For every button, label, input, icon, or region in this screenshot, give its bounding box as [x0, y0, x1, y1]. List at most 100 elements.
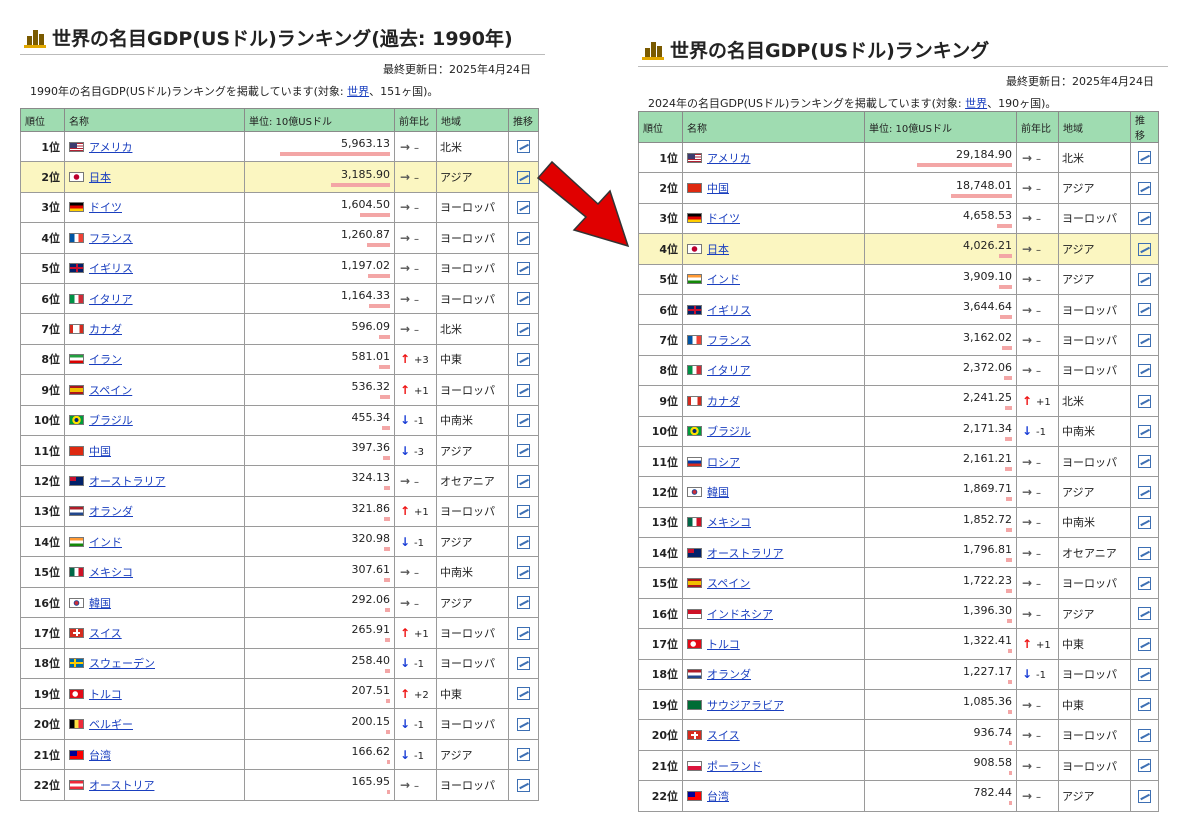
- country-link[interactable]: ドイツ: [89, 201, 122, 214]
- chart-trend-icon[interactable]: [517, 505, 530, 519]
- country-link[interactable]: アメリカ: [707, 152, 750, 165]
- chart-trend-icon[interactable]: [1138, 273, 1151, 286]
- country-link[interactable]: メキシコ: [89, 566, 133, 579]
- chart-trend-icon[interactable]: [1138, 151, 1151, 165]
- chart-trend-icon[interactable]: [1138, 516, 1151, 530]
- chart-trend-icon[interactable]: [1138, 759, 1151, 773]
- country-link[interactable]: イギリス: [707, 304, 751, 317]
- chart-trend-icon[interactable]: [1138, 333, 1151, 347]
- chart-trend-icon[interactable]: [1138, 485, 1151, 499]
- country-link[interactable]: オランダ: [707, 668, 751, 681]
- rank-change: -1: [1036, 427, 1046, 439]
- chart-trend-icon[interactable]: [517, 292, 530, 306]
- chart-trend-icon[interactable]: [517, 201, 530, 215]
- chart-trend-icon[interactable]: [517, 596, 530, 610]
- world-link[interactable]: 世界: [347, 85, 369, 98]
- world-link[interactable]: 世界: [965, 97, 987, 110]
- country-link[interactable]: インド: [89, 536, 122, 549]
- country-link[interactable]: メキシコ: [707, 516, 751, 529]
- rank-cell: 16位: [638, 597, 683, 630]
- country-link[interactable]: オーストラリア: [707, 547, 783, 560]
- country-link[interactable]: インド: [707, 273, 740, 286]
- gdp-value-cell: 2,372.06: [864, 354, 1017, 387]
- chart-trend-icon[interactable]: [1138, 637, 1151, 651]
- country-link[interactable]: 台湾: [89, 749, 111, 762]
- country-link[interactable]: アメリカ: [89, 141, 132, 154]
- chart-trend-icon[interactable]: [517, 565, 530, 579]
- chart-trend-icon[interactable]: [1138, 576, 1151, 590]
- country-link[interactable]: ロシア: [707, 456, 740, 469]
- chart-trend-icon[interactable]: [1138, 424, 1151, 438]
- country-link[interactable]: オーストリア: [89, 779, 154, 792]
- chart-trend-icon[interactable]: [1138, 181, 1151, 195]
- chart-trend-icon[interactable]: [1138, 728, 1151, 742]
- country-link[interactable]: ベルギー: [89, 718, 133, 731]
- country-link[interactable]: インドネシア: [707, 608, 773, 621]
- country-link[interactable]: トルコ: [707, 638, 740, 651]
- chart-trend-icon[interactable]: [517, 262, 530, 275]
- chart-trend-icon[interactable]: [1138, 364, 1151, 378]
- country-link[interactable]: ブラジル: [89, 414, 133, 427]
- chart-trend-icon[interactable]: [517, 687, 530, 701]
- gdp-bar: [380, 395, 390, 400]
- chart-trend-icon[interactable]: [517, 322, 530, 336]
- region-cell: オセアニア: [1058, 537, 1131, 569]
- country-link[interactable]: イタリア: [707, 364, 751, 377]
- chart-trend-icon[interactable]: [517, 444, 530, 458]
- country-link[interactable]: イギリス: [89, 262, 133, 275]
- chart-trend-icon[interactable]: [517, 657, 530, 671]
- country-link[interactable]: 台湾: [707, 790, 729, 803]
- chart-trend-icon[interactable]: [517, 717, 530, 731]
- chart-trend-icon[interactable]: [1138, 607, 1151, 621]
- country-link[interactable]: オランダ: [89, 505, 133, 518]
- country-link[interactable]: 日本: [707, 243, 729, 256]
- region-cell: オセアニア: [436, 465, 509, 497]
- chart-trend-icon[interactable]: [517, 626, 530, 640]
- country-link[interactable]: スペイン: [707, 577, 750, 590]
- country-link[interactable]: 中国: [707, 182, 729, 195]
- gdp-value: 166.62: [351, 745, 391, 758]
- country-link[interactable]: ドイツ: [707, 212, 740, 225]
- chart-trend-icon[interactable]: [1138, 668, 1151, 682]
- chart-trend-icon[interactable]: [1138, 394, 1151, 408]
- chart-trend-icon[interactable]: [517, 353, 530, 367]
- gdp-bar: [385, 638, 390, 643]
- country-link[interactable]: フランス: [707, 334, 751, 347]
- chart-trend-icon[interactable]: [517, 170, 530, 184]
- chart-trend-icon[interactable]: [517, 140, 530, 154]
- chart-trend-icon[interactable]: [1138, 546, 1151, 560]
- country-link[interactable]: 韓国: [707, 486, 729, 499]
- chart-trend-icon[interactable]: [517, 474, 530, 488]
- country-link[interactable]: 韓国: [89, 597, 111, 610]
- chart-trend-icon[interactable]: [1138, 303, 1151, 317]
- country-link[interactable]: オーストラリア: [89, 475, 165, 488]
- country-link[interactable]: スイス: [707, 729, 740, 742]
- chart-trend-icon[interactable]: [1138, 242, 1151, 256]
- change-cell: → –: [1016, 293, 1059, 326]
- country-link[interactable]: イタリア: [89, 293, 133, 306]
- country-link[interactable]: サウジアラビア: [707, 699, 784, 712]
- country-link[interactable]: フランス: [89, 232, 133, 245]
- country-link[interactable]: トルコ: [89, 688, 122, 701]
- chart-trend-icon[interactable]: [517, 231, 530, 245]
- country-link[interactable]: ブラジル: [707, 425, 751, 438]
- chart-trend-icon[interactable]: [1138, 455, 1151, 469]
- country-link[interactable]: 日本: [89, 171, 111, 184]
- chart-trend-icon[interactable]: [517, 535, 530, 549]
- country-link[interactable]: スウェーデン: [89, 657, 155, 670]
- chart-trend-icon[interactable]: [1138, 212, 1151, 226]
- chart-trend-icon[interactable]: [517, 413, 530, 427]
- country-link[interactable]: 中国: [89, 445, 111, 458]
- country-link[interactable]: スペイン: [89, 384, 132, 397]
- country-link[interactable]: カナダ: [89, 323, 122, 336]
- chart-trend-icon[interactable]: [517, 748, 530, 762]
- chart-trend-icon[interactable]: [517, 778, 530, 792]
- chart-trend-icon[interactable]: [1138, 789, 1151, 803]
- chart-trend-icon[interactable]: [1138, 698, 1151, 712]
- country-link[interactable]: ポーランド: [707, 760, 762, 773]
- country-link[interactable]: カナダ: [707, 395, 740, 408]
- chart-trend-icon[interactable]: [517, 383, 530, 397]
- country-link[interactable]: スイス: [89, 627, 122, 640]
- country-link[interactable]: イラン: [89, 353, 122, 366]
- country-cell: 中国: [64, 434, 245, 467]
